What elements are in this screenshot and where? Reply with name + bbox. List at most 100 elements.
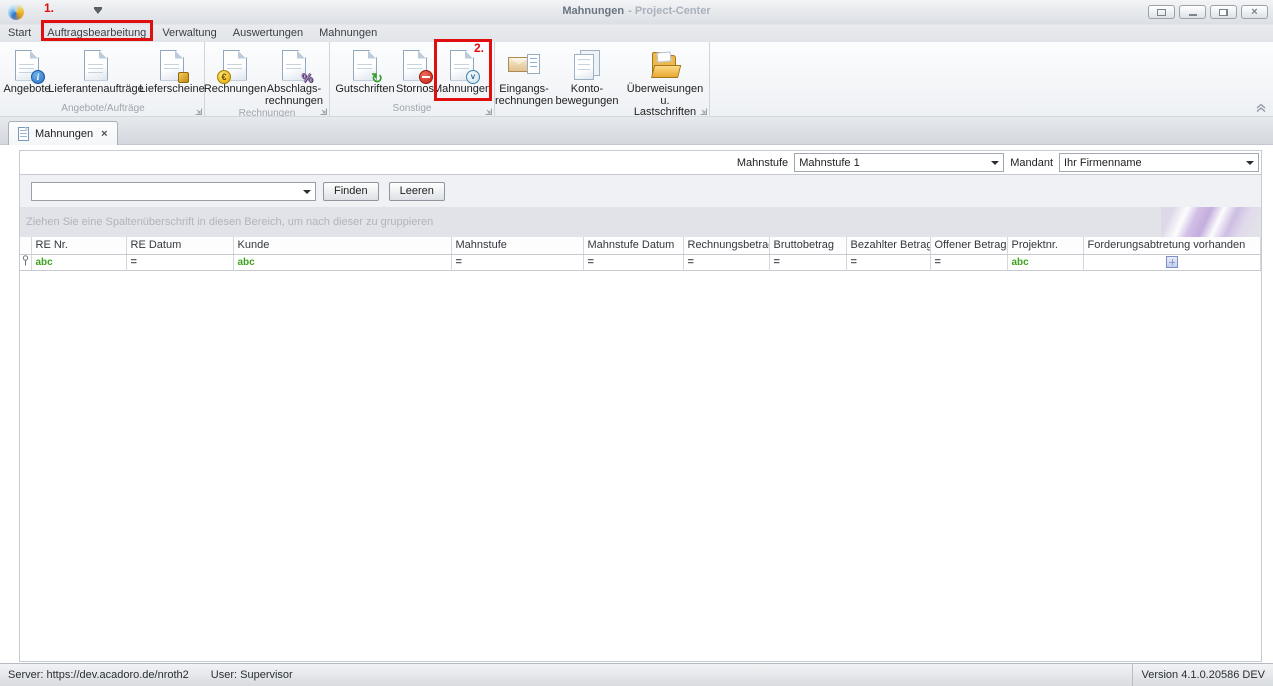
grid-header-row: RE Nr. RE Datum Kunde Mahnstufe Mahnstuf…	[20, 237, 1261, 254]
mahnstufe-value: Mahnstufe 1	[799, 157, 860, 169]
filter-cell-projektnr[interactable]: abc	[1007, 254, 1083, 270]
column-header-bruttobetrag[interactable]: Bruttobetrag	[769, 237, 846, 254]
ueberweisungen-lastschriften-button[interactable]: Überweisungen u. Lastschriften	[621, 45, 709, 119]
kontobewegungen-documents-icon	[574, 50, 601, 81]
chevron-down-icon[interactable]	[303, 190, 311, 194]
annotation-number-2: 2.	[474, 41, 484, 55]
lieferscheine-button[interactable]: Lieferscheine	[142, 45, 202, 96]
dialog-launcher-icon[interactable]	[194, 106, 202, 114]
rechnungen-button[interactable]: € Rechnungen	[208, 45, 262, 96]
chevron-down-icon	[991, 161, 999, 165]
mandant-dropdown[interactable]: Ihr Firmenname	[1059, 153, 1259, 172]
document-tab-mahnungen[interactable]: Mahnungen ×	[8, 121, 118, 145]
ribbon-tab-mahnungen[interactable]: Mahnungen	[311, 25, 385, 42]
window-title: Mahnungen- Project-Center	[0, 5, 1273, 17]
window-controls: ×	[1148, 5, 1268, 19]
restore-icon	[1219, 9, 1228, 16]
column-header-bezahlter-betrag[interactable]: Bezahlter Betrag	[846, 237, 930, 254]
gutschriften-button[interactable]: ↻ Gutschriften	[336, 45, 394, 96]
filter-cell-bezahlter-betrag[interactable]: =	[846, 254, 930, 270]
search-band: Finden Leeren	[20, 174, 1261, 207]
column-header-re-datum[interactable]: RE Datum	[126, 237, 233, 254]
compare-filter-icon: =	[935, 256, 941, 268]
filter-cell-mahnstufe[interactable]: =	[451, 254, 583, 270]
ribbon-group-rechnungen: € Rechnungen % Abschlags- rechnungen Rec…	[205, 42, 330, 116]
filter-cell-offener-betrag[interactable]: =	[930, 254, 1007, 270]
column-header-forderungsabtretung[interactable]: Forderungsabtretung vorhanden	[1083, 237, 1261, 254]
clear-button[interactable]: Leeren	[389, 182, 445, 201]
mahnungen-panel: Mahnstufe Mahnstufe 1 Mandant Ihr Firmen…	[19, 150, 1262, 662]
column-header-mahnstufe-datum[interactable]: Mahnstufe Datum	[583, 237, 683, 254]
dialog-launcher-icon[interactable]	[319, 106, 327, 114]
application-window: Mahnungen- Project-Center × Start Auftra…	[0, 0, 1273, 686]
abschlagsrechnungen-document-percent-icon: %	[282, 50, 306, 81]
dialog-launcher-icon[interactable]	[699, 106, 707, 114]
status-user: User: Supervisor	[211, 669, 293, 681]
column-header-rechnungsbetrag[interactable]: Rechnungsbetrag	[683, 237, 769, 254]
column-header-kunde[interactable]: Kunde	[233, 237, 451, 254]
filter-cell-bruttobetrag[interactable]: =	[769, 254, 846, 270]
document-tab-bar: Mahnungen ×	[0, 117, 1273, 145]
filter-cell-forderungsabtretung[interactable]	[1083, 254, 1261, 270]
row-indicator-header	[20, 237, 31, 254]
minimize-button[interactable]	[1179, 5, 1206, 19]
angebote-button[interactable]: i Angebote	[4, 45, 50, 96]
chevron-down-icon	[1246, 161, 1254, 165]
ribbon-collapse-icon[interactable]	[1255, 103, 1267, 113]
stornos-label: Stornos	[396, 84, 434, 96]
column-header-re-nr[interactable]: RE Nr.	[31, 237, 126, 254]
close-icon: ×	[1251, 7, 1257, 18]
mahnstufe-label: Mahnstufe	[737, 157, 788, 169]
filter-cell-mahnstufe-datum[interactable]: =	[583, 254, 683, 270]
mandant-label: Mandant	[1010, 157, 1053, 169]
gutschriften-label: Gutschriften	[335, 84, 394, 96]
column-header-mahnstufe[interactable]: Mahnstufe	[451, 237, 583, 254]
lieferscheine-document-package-icon	[160, 50, 184, 81]
mahnstufe-dropdown[interactable]: Mahnstufe 1	[794, 153, 1004, 172]
ribbon-tab-start[interactable]: Start	[0, 25, 39, 42]
document-tab-label: Mahnungen	[35, 128, 93, 140]
find-button[interactable]: Finden	[323, 182, 379, 201]
kontobewegungen-label: Konto- bewegungen	[555, 84, 618, 107]
column-header-offener-betrag[interactable]: Offener Betrag	[930, 237, 1007, 254]
text-filter-icon: abc	[36, 257, 53, 268]
rechnungen-document-euro-icon: €	[223, 50, 247, 81]
group-by-panel[interactable]: Ziehen Sie eine Spaltenüberschrift in di…	[20, 207, 1261, 237]
grid-filter-row: abc = abc = = = = = = abc	[20, 254, 1261, 270]
compare-filter-icon: =	[774, 256, 780, 268]
ribbon-tab-verwaltung[interactable]: Verwaltung	[154, 25, 224, 42]
abschlagsrechnungen-button[interactable]: % Abschlags- rechnungen	[262, 45, 326, 107]
tab-close-icon[interactable]: ×	[101, 128, 107, 140]
restore-button[interactable]	[1210, 5, 1237, 19]
lieferantenauftraege-label: Lieferantenaufträge	[48, 84, 143, 96]
filter-cell-kunde[interactable]: abc	[233, 254, 451, 270]
close-button[interactable]: ×	[1241, 5, 1268, 19]
kontobewegungen-button[interactable]: Konto- bewegungen	[553, 45, 621, 107]
mandant-value: Ihr Firmenname	[1064, 157, 1142, 169]
eingangsrechnungen-label: Eingangs- rechnungen	[495, 84, 553, 107]
group-caption-angebote-auftraege: Angebote/Aufträge	[2, 102, 204, 116]
lieferantenauftraege-button[interactable]: Lieferantenaufträge	[50, 45, 142, 96]
eingangsrechnungen-button[interactable]: Eingangs- rechnungen	[495, 45, 553, 107]
workspace: Mahnstufe Mahnstufe 1 Mandant Ihr Firmen…	[0, 145, 1273, 663]
filter-cell-re-datum[interactable]: =	[126, 254, 233, 270]
column-header-projektnr[interactable]: Projektnr.	[1007, 237, 1083, 254]
mahnungen-grid: RE Nr. RE Datum Kunde Mahnstufe Mahnstuf…	[20, 237, 1261, 271]
mahnungen-document-clock-icon: v	[450, 50, 474, 81]
text-filter-icon: abc	[238, 257, 255, 268]
fullscreen-button[interactable]	[1148, 5, 1175, 19]
dialog-launcher-icon[interactable]	[484, 106, 492, 114]
text-filter-icon: abc	[1012, 257, 1029, 268]
ribbon-toolbar: i Angebote Lieferantenaufträge Liefersch…	[0, 42, 1273, 117]
filter-cell-rechnungsbetrag[interactable]: =	[683, 254, 769, 270]
lieferantenauftraege-document-icon	[84, 50, 108, 81]
filter-cell-re-nr[interactable]: abc	[31, 254, 126, 270]
ribbon-tab-bar: Start Auftragsbearbeitung Verwaltung Aus…	[0, 25, 1273, 42]
stornos-button[interactable]: Stornos	[394, 45, 436, 96]
checkbox-filter-icon	[1166, 256, 1178, 268]
ribbon-tab-auswertungen[interactable]: Auswertungen	[225, 25, 311, 42]
ribbon-tab-auftragsbearbeitung[interactable]: Auftragsbearbeitung	[39, 25, 154, 42]
filter-row-pencil-icon	[22, 255, 29, 266]
search-input[interactable]	[32, 183, 315, 200]
ribbon-group-sonstige: ↻ Gutschriften Stornos v Mahnungen Sonst…	[330, 42, 495, 116]
